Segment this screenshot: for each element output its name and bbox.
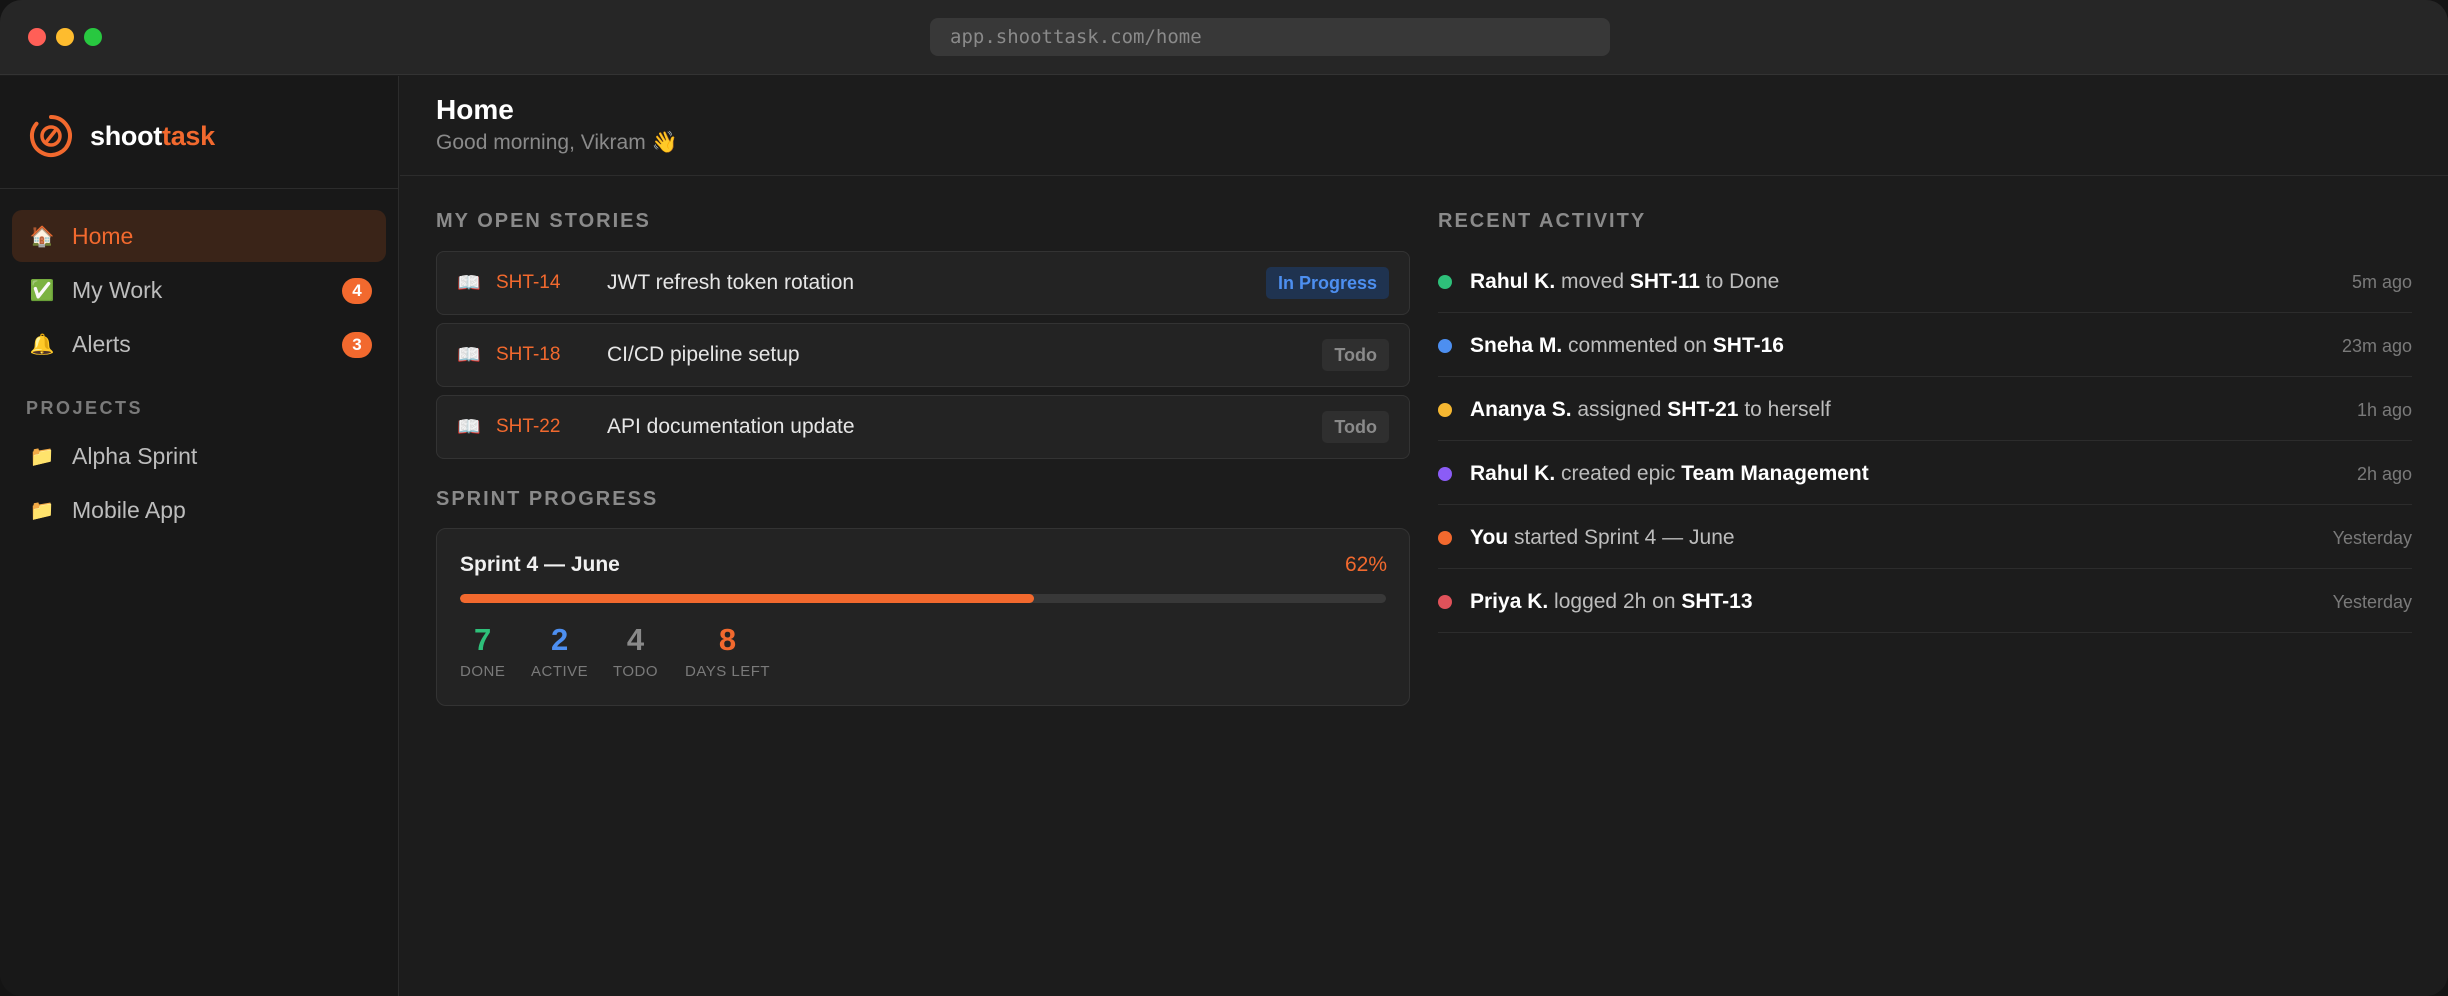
stat-label: TODO (613, 663, 659, 680)
stat-todo: 4 TODO (613, 621, 658, 680)
activity-item[interactable]: Ananya S. assigned SHT-21 to herself 1h … (1438, 377, 2412, 441)
sprint-progress-bar (460, 594, 1386, 603)
bell-icon: 🔔 (29, 333, 55, 356)
activity-dot (1438, 403, 1452, 417)
book-icon: 📖 (457, 273, 481, 294)
page-title: Home (436, 94, 514, 125)
sidebar-item-label: Home (72, 222, 134, 249)
story-key[interactable]: SHT-14 (496, 272, 560, 294)
activity-time: 2h ago (2356, 464, 2412, 484)
status-badge: In Progress (1265, 267, 1389, 299)
address-bar[interactable]: app.shoottask.com/home (930, 18, 1610, 56)
story-title: JWT refresh token rotation (607, 271, 855, 294)
activity-time: 5m ago (2351, 272, 2412, 292)
folder-icon: 📁 (29, 499, 55, 522)
sidebar-item-mobile-app[interactable]: 📁 Mobile App (12, 484, 386, 536)
activity-text: Priya K. logged 2h on SHT-13 (1470, 590, 1753, 613)
brand[interactable]: shoottask (28, 112, 215, 160)
activity-dot (1438, 467, 1452, 481)
story-key[interactable]: SHT-18 (496, 344, 560, 366)
close-window-button[interactable] (28, 28, 46, 46)
count-badge: 4 (342, 278, 372, 304)
count-badge: 3 (342, 332, 372, 358)
stat-label: ACTIVE (531, 663, 589, 680)
activity-dot (1438, 531, 1452, 545)
activity-item[interactable]: Rahul K. moved SHT-11 to Done 5m ago (1438, 249, 2412, 313)
activity-item[interactable]: Priya K. logged 2h on SHT-13 Yesterday (1438, 569, 2412, 633)
checkmark-icon: ✅ (29, 279, 55, 302)
home-icon: 🏠 (29, 225, 55, 248)
activity-item[interactable]: You started Sprint 4 — June Yesterday (1438, 505, 2412, 569)
activity-item[interactable]: Rahul K. created epic Team Management 2h… (1438, 441, 2412, 505)
shoottask-logo-icon (30, 115, 72, 157)
page-header: Home Good morning, Vikram 👋 (400, 76, 2448, 176)
open-stories-heading: MY OPEN STORIES (436, 210, 651, 232)
stat-value: 7 (474, 622, 492, 657)
stat-done: 7 DONE (460, 621, 505, 680)
activity-time: Yesterday (2332, 592, 2412, 612)
maximize-window-button[interactable] (84, 28, 102, 46)
sidebar-item-label: Alerts (72, 330, 131, 357)
sidebar-item-home[interactable]: 🏠 Home (12, 210, 386, 262)
activity-item[interactable]: Sneha M. commented on SHT-16 23m ago (1438, 313, 2412, 377)
main-content: Home Good morning, Vikram 👋 MY OPEN STOR… (400, 76, 2448, 996)
browser-titlebar: app.shoottask.com/home (0, 0, 2448, 75)
status-badge: Todo (1322, 411, 1389, 443)
sidebar-item-label: Mobile App (72, 496, 186, 523)
story-title: API documentation update (607, 415, 855, 438)
projects-section-label: PROJECTS (26, 398, 144, 418)
activity-text: Sneha M. commented on SHT-16 (1470, 334, 1784, 357)
book-icon: 📖 (457, 345, 481, 366)
sidebar-item-alpha-sprint[interactable]: 📁 Alpha Sprint (12, 430, 386, 482)
greeting-text: Good morning, Vikram 👋 (436, 131, 678, 154)
stat-label: DAYS LEFT (685, 663, 771, 680)
stat-value: 2 (550, 622, 569, 657)
stat-value: 4 (626, 622, 645, 657)
sprint-progress-fill (460, 594, 1035, 603)
activity-time: 23m ago (2341, 336, 2412, 356)
sprint-card[interactable]: Sprint 4 — June 62% 7 DONE 2 ACTIVE 4 TO… (436, 528, 1410, 706)
stat-days-left: 8 DAYS LEFT (685, 621, 770, 680)
activity-text: Rahul K. created epic Team Management (1470, 462, 1869, 485)
sprint-name: Sprint 4 — June (460, 553, 620, 576)
sidebar: shoottask 🏠 Home ✅ My Work 4 🔔 Alerts 3 … (0, 76, 399, 996)
story-row[interactable]: 📖 SHT-18 CI/CD pipeline setup Todo (436, 323, 1410, 387)
recent-activity-heading: RECENT ACTIVITY (1438, 210, 1647, 232)
sidebar-divider (0, 188, 399, 189)
status-badge: Todo (1322, 339, 1389, 371)
sidebar-item-label: My Work (72, 276, 163, 303)
sprint-progress-heading: SPRINT PROGRESS (436, 488, 659, 510)
activity-text: Ananya S. assigned SHT-21 to herself (1470, 398, 1831, 421)
folder-icon: 📁 (29, 445, 55, 468)
brand-name: shoottask (90, 120, 215, 151)
sidebar-item-alerts[interactable]: 🔔 Alerts 3 (12, 318, 386, 370)
book-icon: 📖 (457, 417, 481, 438)
story-title: CI/CD pipeline setup (607, 343, 800, 366)
activity-time: 1h ago (2356, 400, 2412, 420)
story-key[interactable]: SHT-22 (496, 416, 560, 438)
sprint-percent: 62% (1344, 553, 1387, 576)
story-row[interactable]: 📖 SHT-22 API documentation update Todo (436, 395, 1410, 459)
stat-value: 8 (718, 622, 737, 657)
activity-time: Yesterday (2332, 528, 2412, 548)
sidebar-item-label: Alpha Sprint (72, 442, 198, 469)
story-row[interactable]: 📖 SHT-14 JWT refresh token rotation In P… (436, 251, 1410, 315)
activity-dot (1438, 275, 1452, 289)
activity-dot (1438, 339, 1452, 353)
activity-text: Rahul K. moved SHT-11 to Done (1470, 270, 1780, 293)
minimize-window-button[interactable] (56, 28, 74, 46)
activity-dot (1438, 595, 1452, 609)
activity-text: You started Sprint 4 — June (1470, 526, 1735, 549)
sidebar-item-my-work[interactable]: ✅ My Work 4 (12, 264, 386, 316)
stat-active: 2 ACTIVE (531, 621, 588, 680)
stat-label: DONE (460, 663, 506, 680)
app-window: app.shoottask.com/home shoottask 🏠 Home … (0, 0, 2448, 996)
